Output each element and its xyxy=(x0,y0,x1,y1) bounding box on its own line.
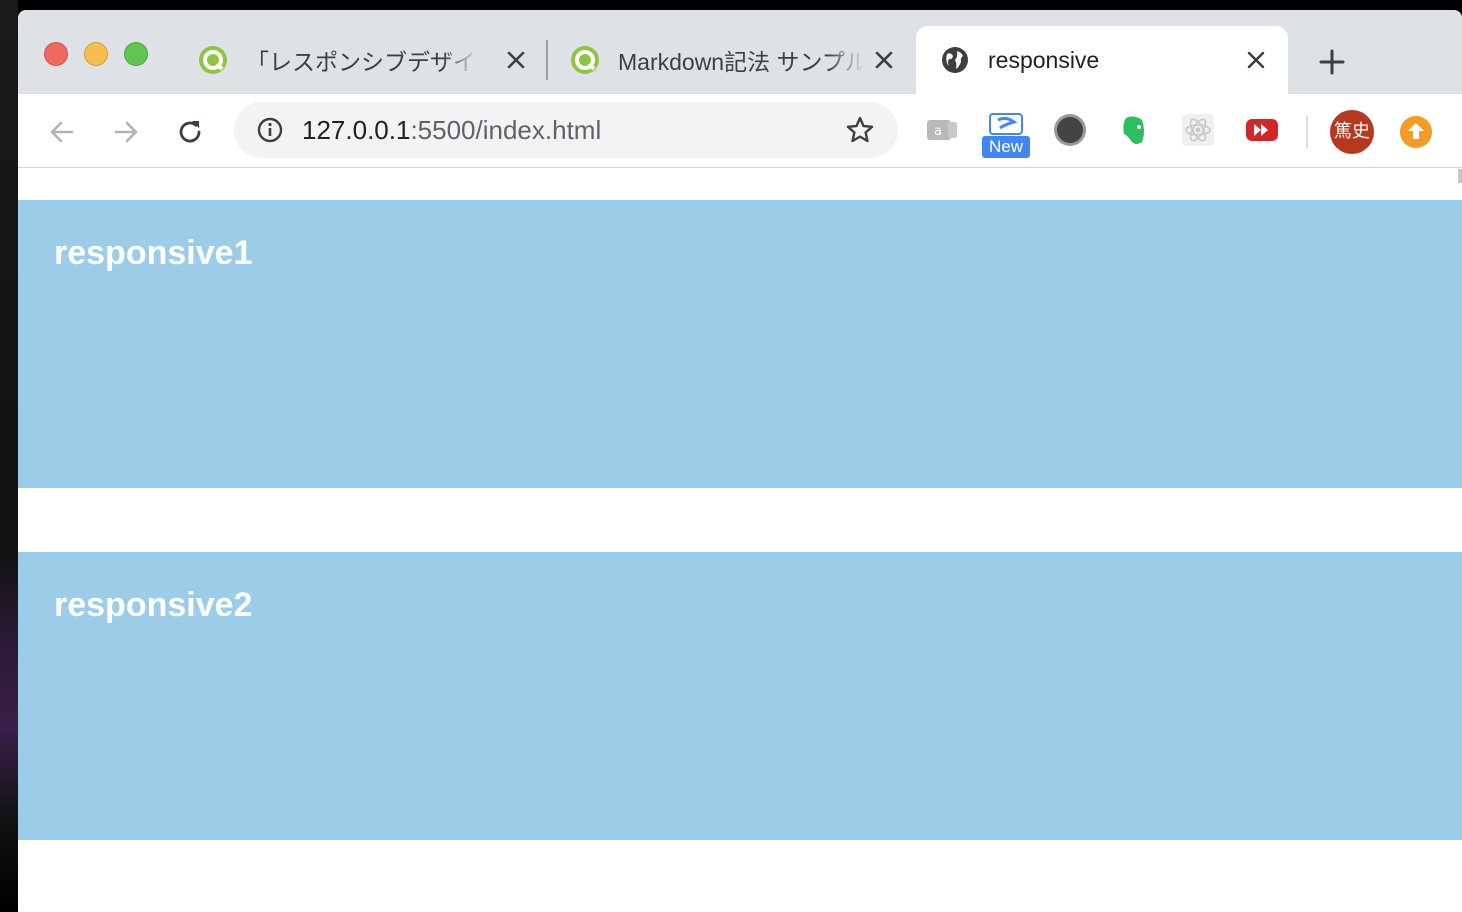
profile-avatar[interactable]: 篤史 xyxy=(1330,110,1374,154)
tab-responsive-active[interactable]: responsive xyxy=(916,26,1288,94)
window-minimize-button[interactable] xyxy=(84,42,108,66)
toolbar-separator xyxy=(1306,116,1308,148)
react-devtools-icon[interactable] xyxy=(1180,112,1216,148)
tab-separator xyxy=(546,40,548,80)
scrollbar-marker xyxy=(1458,169,1462,183)
browser-toolbar: 127.0.0.1:5500/index.html a 篤史 xyxy=(18,94,1462,168)
close-tab-icon[interactable] xyxy=(504,48,528,72)
new-badge: New xyxy=(982,136,1030,158)
url-text: 127.0.0.1:5500/index.html xyxy=(302,115,601,146)
address-bar[interactable]: 127.0.0.1:5500/index.html xyxy=(234,102,898,158)
close-tab-icon[interactable] xyxy=(1244,48,1268,72)
tab-responsive-design[interactable]: 「レスポンシブデザインとは xyxy=(198,26,548,94)
tab-title: 「レスポンシブデザインとは xyxy=(246,49,478,75)
responsive-section-1: responsive1 xyxy=(18,200,1462,488)
window-close-button[interactable] xyxy=(44,42,68,66)
forward-arrow-icon[interactable] xyxy=(110,116,142,148)
svg-text:a: a xyxy=(934,124,942,139)
tab-markdown[interactable]: Markdown記法 サンプル集 xyxy=(570,26,910,94)
back-arrow-icon[interactable] xyxy=(46,116,78,148)
close-tab-icon[interactable] xyxy=(872,48,896,72)
site-info-icon[interactable] xyxy=(256,116,284,144)
reload-icon[interactable] xyxy=(174,116,206,148)
tab-title: responsive xyxy=(988,46,1100,73)
evernote-icon[interactable] xyxy=(1116,112,1152,148)
section-heading: responsive2 xyxy=(54,586,253,624)
responsive-section-2: responsive2 xyxy=(18,552,1462,840)
url-path: :5500/index.html xyxy=(410,115,602,145)
green-circle-icon xyxy=(199,46,227,74)
green-circle-icon xyxy=(571,46,599,74)
tab-strip: 「レスポンシブデザインとは Markdown記法 サンプル集 re xyxy=(18,10,1462,94)
globe-icon xyxy=(942,47,968,73)
dark-circle-extension-icon[interactable] xyxy=(1052,112,1088,148)
update-arrow-icon[interactable] xyxy=(1400,116,1432,148)
section-heading: responsive1 xyxy=(54,234,253,272)
tab-title: Markdown記法 サンプル集 xyxy=(618,49,864,75)
desktop-background xyxy=(0,0,18,912)
bookmark-star-icon[interactable] xyxy=(844,114,876,146)
window-maximize-button[interactable] xyxy=(124,42,148,66)
translate-extension-icon[interactable]: a xyxy=(924,112,960,148)
fast-forward-extension-icon[interactable] xyxy=(1244,112,1280,148)
page-content: responsive1 responsive2 xyxy=(18,169,1462,912)
new-tab-plus-icon[interactable] xyxy=(1316,46,1348,78)
url-host: 127.0.0.1 xyxy=(302,115,411,145)
browser-window: 「レスポンシブデザインとは Markdown記法 サンプル集 re xyxy=(18,10,1462,912)
